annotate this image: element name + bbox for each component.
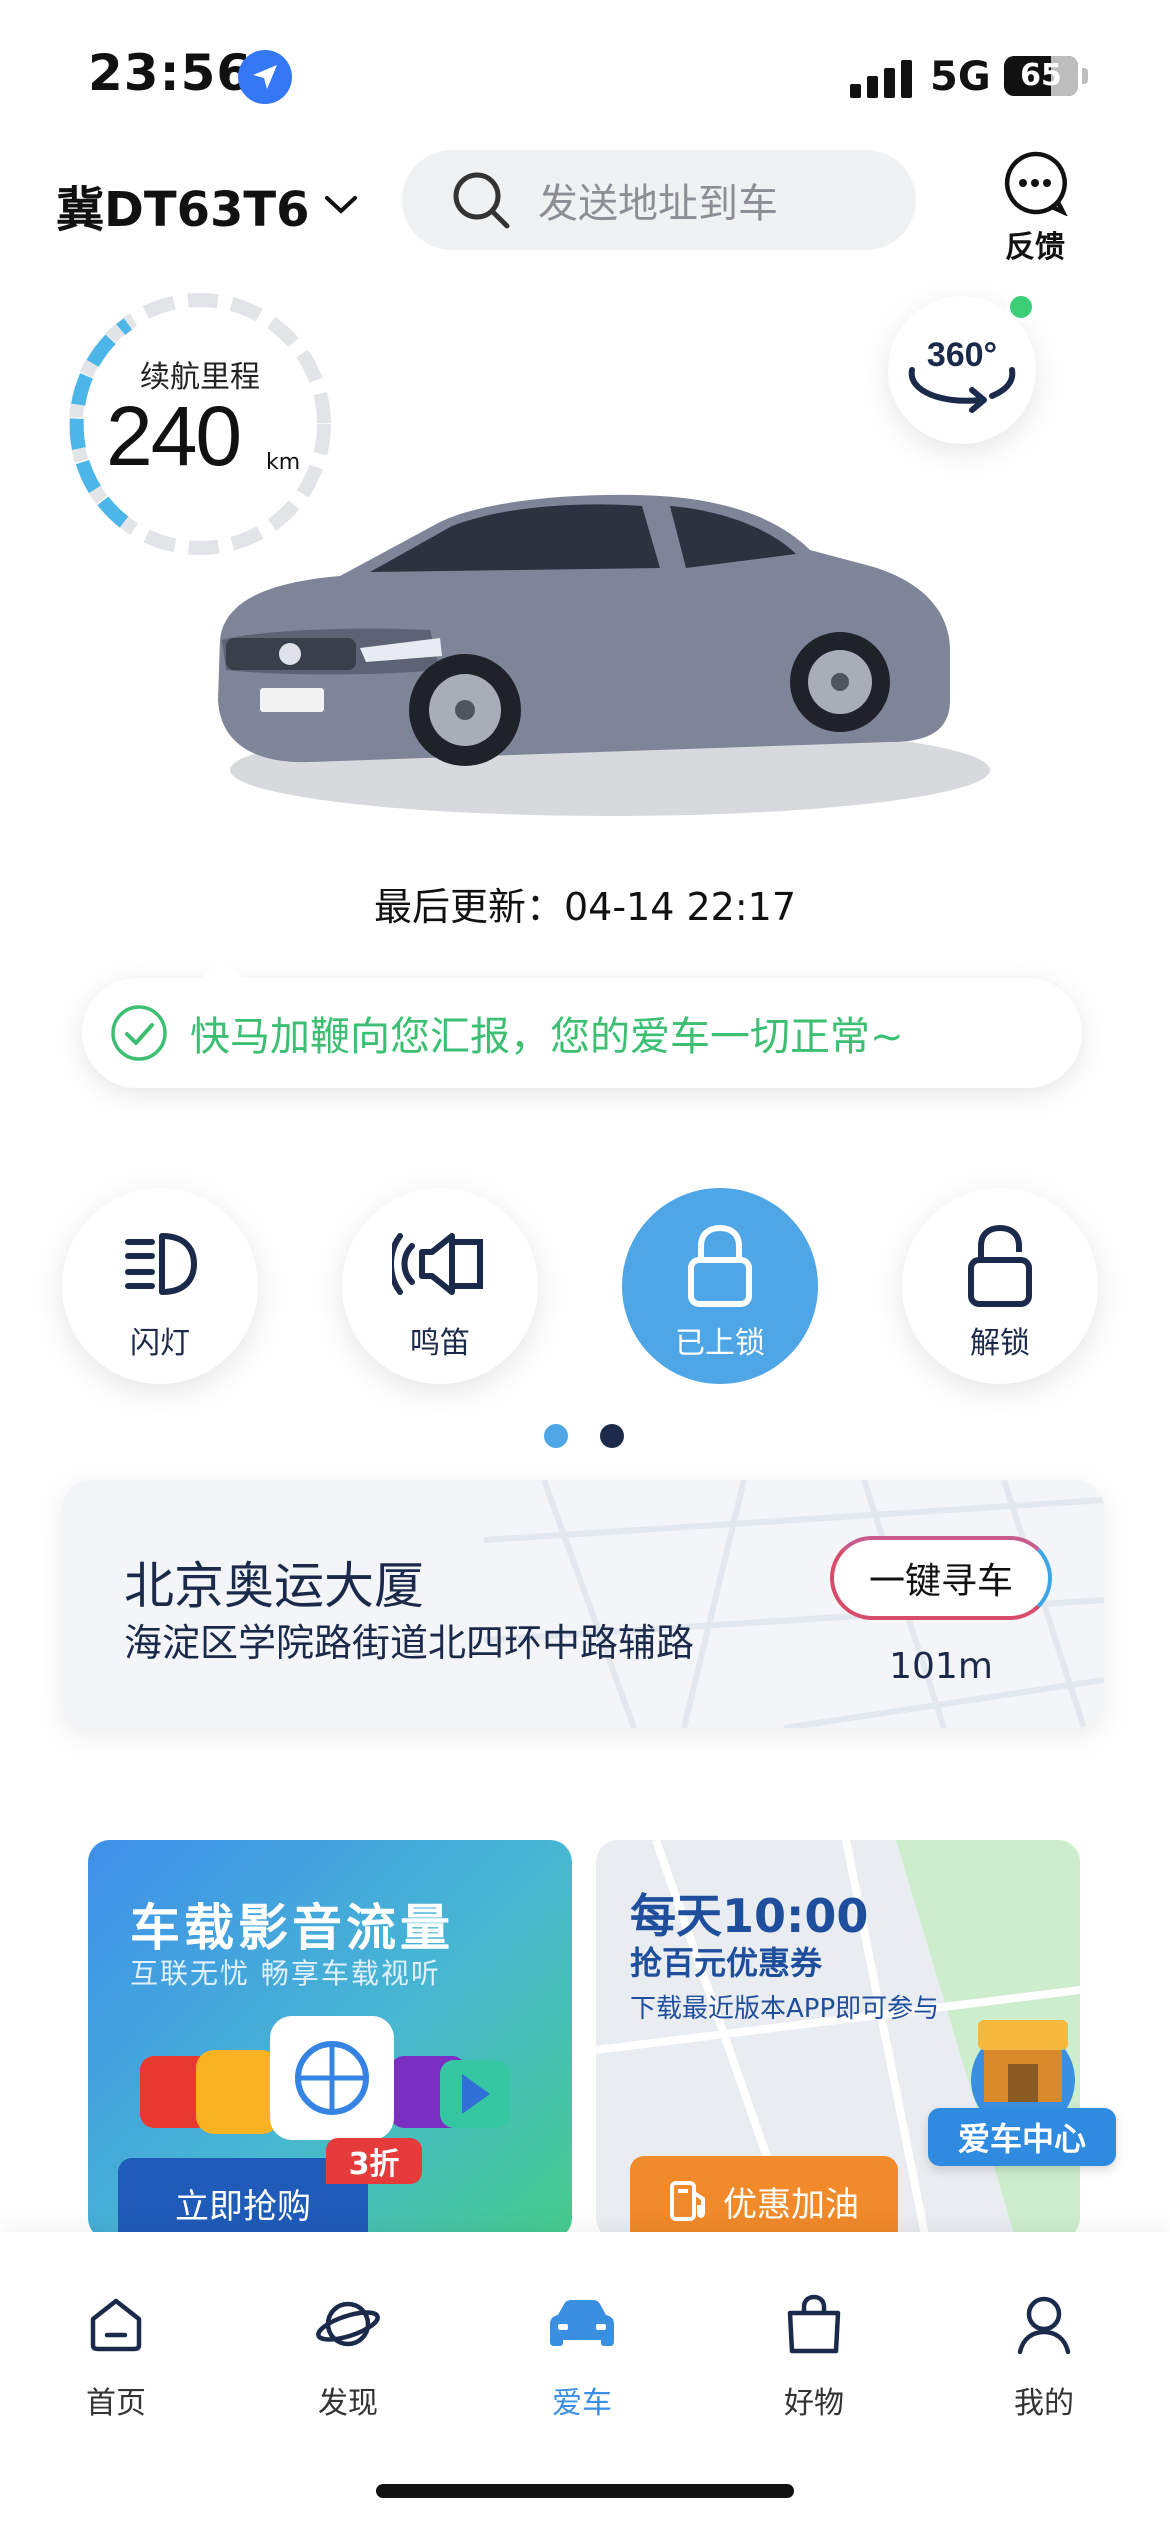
car-icon — [550, 2300, 614, 2346]
locked-button[interactable]: 已上锁 — [622, 1188, 818, 1384]
planet-icon — [316, 2301, 380, 2347]
discount-badge: 3折 — [326, 2138, 422, 2184]
tab-goods[interactable]: 好物 — [744, 2288, 884, 2422]
control-label: 解锁 — [970, 1326, 1030, 1361]
tab-my-car[interactable]: 爱车 — [512, 2288, 652, 2422]
feedback-button[interactable]: 反馈 — [995, 150, 1075, 266]
status-report-text: 快马加鞭向您汇报，您的爱车一切正常~ — [190, 1014, 904, 1060]
plate-number: 冀DT63T6 — [56, 182, 310, 238]
signal-icon — [850, 60, 914, 98]
profile-icon — [1017, 2296, 1071, 2354]
vehicle-selector[interactable]: 冀DT63T6 — [56, 170, 358, 240]
discount-fuel-button[interactable]: 优惠加油 — [630, 2156, 898, 2240]
view-360-button[interactable]: 360° — [888, 292, 1036, 444]
flash-lights-button[interactable]: 闪灯 — [62, 1188, 258, 1384]
media-apps-illustration — [140, 2016, 510, 2140]
battery-icon: 65 — [1004, 56, 1078, 96]
report-tail — [200, 956, 244, 980]
discount-fuel-label: 优惠加油 — [723, 2184, 859, 2225]
status-report: 快马加鞭向您汇报，您的爱车一切正常~ — [82, 956, 1082, 1088]
svg-text:360°: 360° — [927, 336, 997, 374]
tab-home[interactable]: 首页 — [46, 2288, 186, 2422]
control-label: 闪灯 — [130, 1326, 190, 1361]
headlight-icon — [125, 1233, 197, 1295]
battery-level: 65 — [1020, 58, 1062, 93]
vehicle-location-card[interactable]: 北京奥运大厦 海淀区学院路街道北四环中路辅路 一键寻车 101m — [62, 1480, 1104, 1728]
promo-note: 下载最近版本APP即可参与 — [630, 1994, 940, 2024]
remote-controls: 闪灯 鸣笛 已上锁 解锁 — [0, 1188, 1170, 1388]
search-input[interactable]: 发送地址到车 — [402, 150, 916, 250]
promo-subtitle: 互联无忧 畅享车载视听 — [130, 1957, 441, 1990]
control-label: 鸣笛 — [410, 1326, 470, 1361]
media-data-promo[interactable]: 车载影音流量 互联无忧 畅享车载视听 立即抢购 3折 — [88, 1840, 572, 2240]
tab-label: 首页 — [86, 2386, 146, 2421]
page-dot-active[interactable] — [600, 1424, 624, 1448]
control-label: 已上锁 — [675, 1326, 765, 1361]
last-updated: 最后更新：04-14 22:17 — [373, 885, 796, 929]
online-status-dot — [1006, 292, 1036, 322]
car-center-badge[interactable]: 爱车中心 — [928, 2108, 1116, 2166]
unlock-button[interactable]: 解锁 — [902, 1188, 1098, 1384]
location-arrow-icon — [238, 50, 292, 104]
search-placeholder: 发送地址到车 — [538, 181, 778, 227]
shopping-bag-icon — [787, 2294, 841, 2354]
status-time: 23:56 — [88, 44, 253, 102]
chat-bubble-icon — [1004, 151, 1068, 217]
fuel-pump-icon — [670, 2181, 705, 2221]
tab-label: 发现 — [318, 2386, 378, 2421]
horn-button[interactable]: 鸣笛 — [342, 1188, 538, 1384]
battery-tip — [1082, 68, 1088, 84]
promo-subtitle: 抢百元优惠券 — [630, 1944, 823, 1982]
page-dot[interactable] — [544, 1424, 568, 1448]
find-car-button[interactable]: 一键寻车 — [830, 1536, 1052, 1620]
distance-value: 101m — [889, 1646, 993, 1687]
feedback-label: 反馈 — [1005, 230, 1065, 265]
tab-label: 我的 — [1014, 2386, 1074, 2421]
search-icon — [453, 172, 510, 229]
lock-open-icon — [968, 1224, 1032, 1307]
location-title: 北京奥运大厦 — [124, 1557, 424, 1615]
home-indicator[interactable] — [376, 2484, 794, 2498]
lock-closed-icon — [688, 1224, 752, 1307]
promo-title: 每天10:00 — [630, 1889, 869, 1943]
network-type: 5G — [930, 54, 991, 100]
shop-icon — [971, 2020, 1075, 2120]
tab-label: 爱车 — [552, 2386, 612, 2421]
tab-profile[interactable]: 我的 — [974, 2288, 1114, 2422]
promo-title: 车载影音流量 — [130, 1899, 454, 1957]
home-icon — [90, 2298, 142, 2352]
horn-icon — [392, 1233, 483, 1295]
chevron-down-icon — [324, 196, 357, 214]
page-indicator — [544, 1424, 628, 1448]
tab-label: 好物 — [784, 2386, 844, 2421]
tab-discover[interactable]: 发现 — [278, 2288, 418, 2422]
check-circle-icon — [111, 1005, 167, 1061]
car-image — [218, 494, 990, 816]
status-bar: 23:56 5G 65 — [0, 0, 1170, 150]
location-address: 海淀区学院路街道北四环中路辅路 — [124, 1621, 695, 1665]
